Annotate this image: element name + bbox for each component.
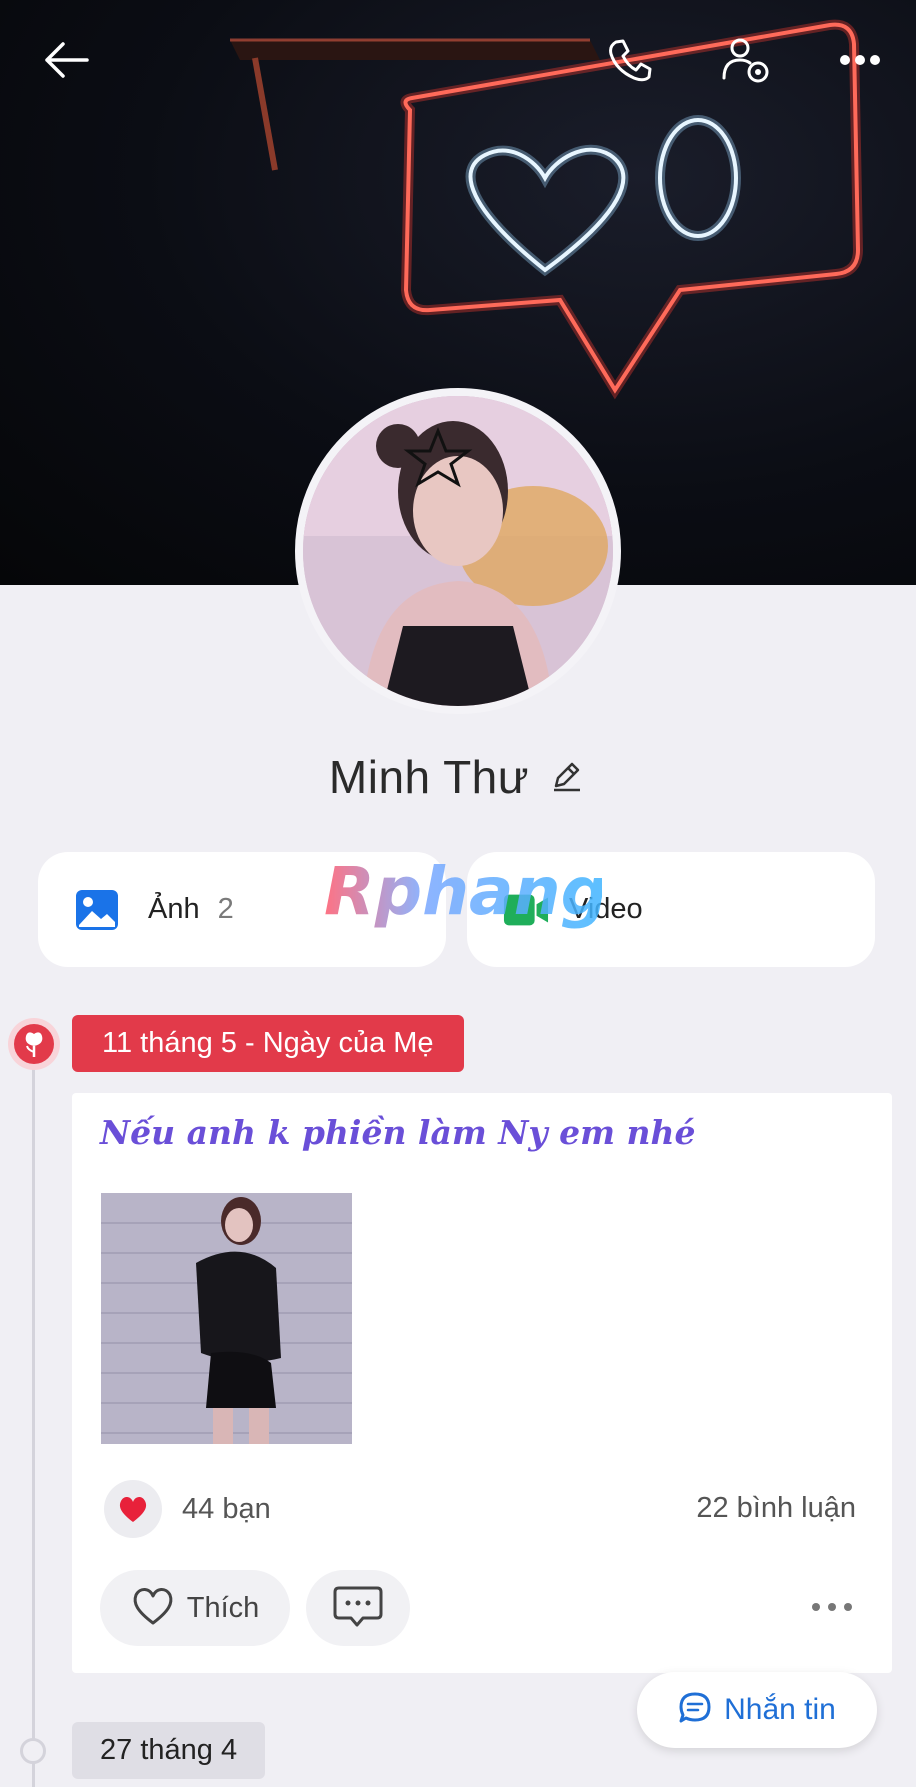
more-horizontal-icon bbox=[811, 1599, 853, 1617]
chat-bubble-icon bbox=[678, 1691, 712, 1730]
pencil-icon bbox=[550, 758, 584, 797]
edit-name-button[interactable] bbox=[547, 757, 587, 797]
photos-label: Ảnh bbox=[148, 893, 200, 925]
photos-count: 2 bbox=[217, 893, 234, 925]
avatar[interactable] bbox=[295, 388, 621, 714]
more-options-button[interactable] bbox=[820, 20, 900, 100]
profile-name: Minh Thư bbox=[328, 751, 530, 803]
event-date-label[interactable]: 11 tháng 5 - Ngày của Mẹ bbox=[72, 1015, 464, 1072]
like-label: Thích bbox=[186, 1591, 260, 1624]
phone-icon bbox=[606, 36, 654, 84]
profile-settings-button[interactable] bbox=[706, 20, 786, 100]
comment-icon bbox=[333, 1584, 383, 1633]
heart-reaction-icon bbox=[104, 1480, 162, 1538]
user-settings-icon bbox=[720, 34, 772, 86]
event-marker bbox=[8, 1018, 60, 1070]
heart-outline-icon bbox=[131, 1586, 175, 1631]
event-marker bbox=[20, 1738, 46, 1764]
like-button[interactable]: Thích bbox=[100, 1570, 290, 1646]
event-date-label[interactable]: 27 tháng 4 bbox=[72, 1722, 266, 1779]
comment-count[interactable]: 22 bình luận bbox=[696, 1492, 856, 1525]
flower-icon bbox=[14, 1024, 54, 1064]
videos-tile[interactable]: Video bbox=[467, 852, 875, 967]
message-button[interactable]: Nhắn tin bbox=[637, 1672, 877, 1748]
comment-button[interactable] bbox=[306, 1570, 410, 1646]
message-button-label: Nhắn tin bbox=[724, 1693, 836, 1726]
timeline-line bbox=[32, 1060, 35, 1787]
photos-tile[interactable]: Ảnh 2 bbox=[38, 852, 446, 967]
post-card: Nếu anh k phiền làm Ny em nhé 44 bạn 22 … bbox=[72, 1093, 892, 1673]
reaction-count: 44 bạn bbox=[182, 1492, 271, 1525]
back-button[interactable] bbox=[26, 20, 106, 100]
arrow-left-icon bbox=[43, 40, 89, 80]
call-button[interactable] bbox=[590, 20, 670, 100]
post-text: Nếu anh k phiền làm Ny em nhé bbox=[100, 1113, 696, 1152]
post-more-button[interactable] bbox=[802, 1588, 862, 1628]
post-photo[interactable] bbox=[101, 1193, 352, 1444]
video-icon bbox=[503, 887, 549, 933]
videos-label: Video bbox=[569, 893, 643, 925]
more-horizontal-icon bbox=[839, 54, 881, 66]
reactions-summary[interactable]: 44 bạn bbox=[104, 1480, 271, 1538]
image-icon bbox=[74, 887, 120, 933]
